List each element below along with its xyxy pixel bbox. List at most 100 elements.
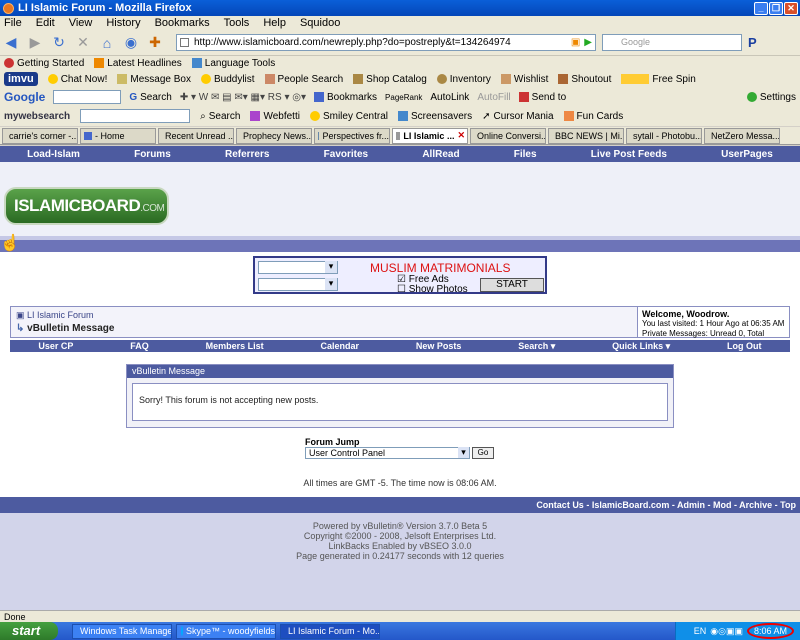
fun-cards-button[interactable]: Fun Cards <box>563 111 623 122</box>
google-autolink-button[interactable]: AutoLink <box>430 92 469 103</box>
subnav-search[interactable]: Search ▾ <box>518 341 555 352</box>
bookmark-language-tools[interactable]: Language Tools <box>191 58 275 69</box>
globe-icon[interactable]: ◉ <box>122 34 140 51</box>
nav-favorites[interactable]: Favorites <box>324 149 368 160</box>
bookmark-latest-headlines[interactable]: Latest Headlines <box>94 58 182 69</box>
nav-files[interactable]: Files <box>514 149 537 160</box>
tab-photobucket[interactable]: sytall - Photobu... <box>626 127 702 144</box>
subnav-calendar[interactable]: Calendar <box>321 341 360 351</box>
tab-close-icon[interactable]: ✕ <box>457 130 467 141</box>
task-windows-task-manager[interactable]: Windows Task Manager <box>72 623 172 639</box>
nav-referrers[interactable]: Referrers <box>225 149 269 160</box>
mywebsearch-input[interactable] <box>80 109 191 123</box>
forum-jump-select[interactable]: User Control Panel <box>305 447 470 459</box>
google-settings-button[interactable]: Settings <box>746 92 800 103</box>
start-button[interactable]: start <box>0 622 58 640</box>
tab-li-islamic[interactable]: LI Islamic ... ✕ <box>392 127 468 144</box>
imvu-buddylist[interactable]: Buddylist <box>200 74 255 85</box>
tab-netzero[interactable]: NetZero Messa... <box>704 127 780 144</box>
breadcrumb-current-page: ↳ vBulletin Message <box>16 323 115 334</box>
ad-show-photos-checkbox[interactable]: ☐ Show Photos <box>397 284 468 295</box>
forum-jump-go-button[interactable]: Go <box>472 447 494 459</box>
footer-links[interactable]: Contact Us - IslamicBoard.com - Admin - … <box>0 497 800 513</box>
nav-live-post-feeds[interactable]: Live Post Feeds <box>591 149 667 160</box>
tab-online-conversion[interactable]: Online Conversi... <box>470 127 546 144</box>
mywebsearch-search-button[interactable]: ⌕ Search <box>200 111 240 122</box>
go-icon[interactable]: ▶ <box>584 37 595 48</box>
task-firefox[interactable]: LI Islamic Forum - Mo... <box>280 623 380 639</box>
clock[interactable]: 8:06 AM <box>746 623 794 639</box>
menu-help[interactable]: Help <box>263 17 286 29</box>
google-toolbar: Google G Search ✚ ▾ W ✉ ▤ ✉▾ ▦▾ RS ▾ ◎▾ B… <box>0 88 800 106</box>
imvu-free-spin[interactable]: Free Spin <box>621 74 696 85</box>
subnav-user-cp[interactable]: User CP <box>38 341 73 351</box>
menu-history[interactable]: History <box>106 17 140 29</box>
nav-allread[interactable]: AllRead <box>422 149 459 160</box>
imvu-inventory[interactable]: Inventory <box>436 74 491 85</box>
webfetti-button[interactable]: Webfetti <box>250 111 300 122</box>
nav-userpages[interactable]: UserPages <box>721 149 773 160</box>
google-search-button[interactable]: G Search <box>129 92 171 103</box>
subnav-members-list[interactable]: Members List <box>206 341 264 351</box>
reload-icon[interactable]: ↻ <box>50 34 68 51</box>
menu-bookmarks[interactable]: Bookmarks <box>155 17 210 29</box>
cursor-mania-button[interactable]: ➚ Cursor Mania <box>482 111 553 122</box>
ad-select-1[interactable] <box>258 261 338 274</box>
tab-bbc-news[interactable]: BBC NEWS | Mi... <box>548 127 624 144</box>
menu-edit[interactable]: Edit <box>36 17 55 29</box>
imvu-shoutout[interactable]: Shoutout <box>558 74 611 85</box>
google-toolbar-buttons-icon[interactable]: ✚ ▾ W ✉ ▤ ✉▾ ▦▾ RS ▾ ◎▾ <box>180 92 306 103</box>
subnav-faq[interactable]: FAQ <box>130 341 149 351</box>
breadcrumb-forum-link[interactable]: ▣ LI Islamic Forum <box>16 310 94 321</box>
imvu-shop-catalog[interactable]: Shop Catalog <box>353 74 427 85</box>
back-icon[interactable]: ◀ <box>2 34 20 51</box>
nav-load-islam[interactable]: Load-Islam <box>27 149 80 160</box>
bookmarks-toolbar: Getting Started Latest Headlines Languag… <box>0 56 800 70</box>
subnav-new-posts[interactable]: New Posts <box>416 341 462 351</box>
home-icon[interactable]: ⌂ <box>98 35 116 51</box>
imvu-wishlist[interactable]: Wishlist <box>500 74 548 85</box>
forward-icon[interactable]: ▶ <box>26 34 44 51</box>
tray-icons[interactable]: ◉◎▣▣ <box>710 626 743 637</box>
tab-perspectives[interactable]: Perspectives fr... <box>314 127 390 144</box>
ad-select-2[interactable] <box>258 278 338 291</box>
tab-home[interactable]: - Home <box>80 127 156 144</box>
tab-prophecy-news[interactable]: Prophecy News... <box>236 127 312 144</box>
smiley-central-button[interactable]: Smiley Central <box>309 111 388 122</box>
screensavers-button[interactable]: Screensavers <box>397 111 472 122</box>
addon-icon[interactable]: ✚ <box>146 34 164 51</box>
minimize-button[interactable]: _ <box>754 1 768 15</box>
window-title: LI Islamic Forum - Mozilla Firefox <box>18 2 192 14</box>
matrimonials-ad[interactable]: MUSLIM MATRIMONIALS ☑ Free Ads ☐ Show Ph… <box>253 256 547 295</box>
imvu-logo-icon[interactable]: imvu <box>4 72 38 86</box>
stop-icon[interactable]: ✕ <box>74 34 92 51</box>
nav-forums[interactable]: Forums <box>134 149 171 160</box>
menu-tools[interactable]: Tools <box>224 17 250 29</box>
close-button[interactable]: ✕ <box>784 1 798 15</box>
menu-file[interactable]: File <box>4 17 22 29</box>
google-bookmarks-button[interactable]: Bookmarks <box>314 92 377 103</box>
restore-button[interactable]: ❐ <box>769 1 783 15</box>
tab-recent-unread[interactable]: Recent Unread ... <box>158 127 234 144</box>
menu-view[interactable]: View <box>69 17 93 29</box>
imvu-message-box[interactable]: Message Box <box>117 74 191 85</box>
imvu-people-search[interactable]: People Search <box>264 74 343 85</box>
google-sendto-button[interactable]: Send to <box>518 92 566 103</box>
subnav-log-out[interactable]: Log Out <box>727 341 762 351</box>
task-skype[interactable]: Skype™ - woodyfields <box>176 623 276 639</box>
language-indicator[interactable]: EN <box>694 626 707 636</box>
url-bar[interactable]: http://www.islamicboard.com/newreply.php… <box>176 34 596 51</box>
welcome-panel: Welcome, Woodrow. You last visited: 1 Ho… <box>637 307 789 348</box>
web-search-input[interactable]: Google <box>602 34 742 51</box>
google-autofill-button[interactable]: AutoFill <box>477 92 510 103</box>
ad-start-button[interactable]: START <box>480 278 544 292</box>
menu-squidoo[interactable]: Squidoo <box>300 17 340 29</box>
rss-icon[interactable]: ▣ <box>571 37 584 48</box>
google-toolbar-input[interactable] <box>53 90 122 104</box>
subnav-quick-links[interactable]: Quick Links ▾ <box>612 341 670 352</box>
tab-carries-corner[interactable]: carrie's corner -... <box>2 127 78 144</box>
islamicboard-logo[interactable]: ISLAMICBOARD.COM☝ <box>0 187 169 252</box>
imvu-chat-now[interactable]: Chat Now! <box>47 74 107 85</box>
bookmark-getting-started[interactable]: Getting Started <box>4 58 84 69</box>
paypal-icon[interactable]: P <box>748 35 757 50</box>
